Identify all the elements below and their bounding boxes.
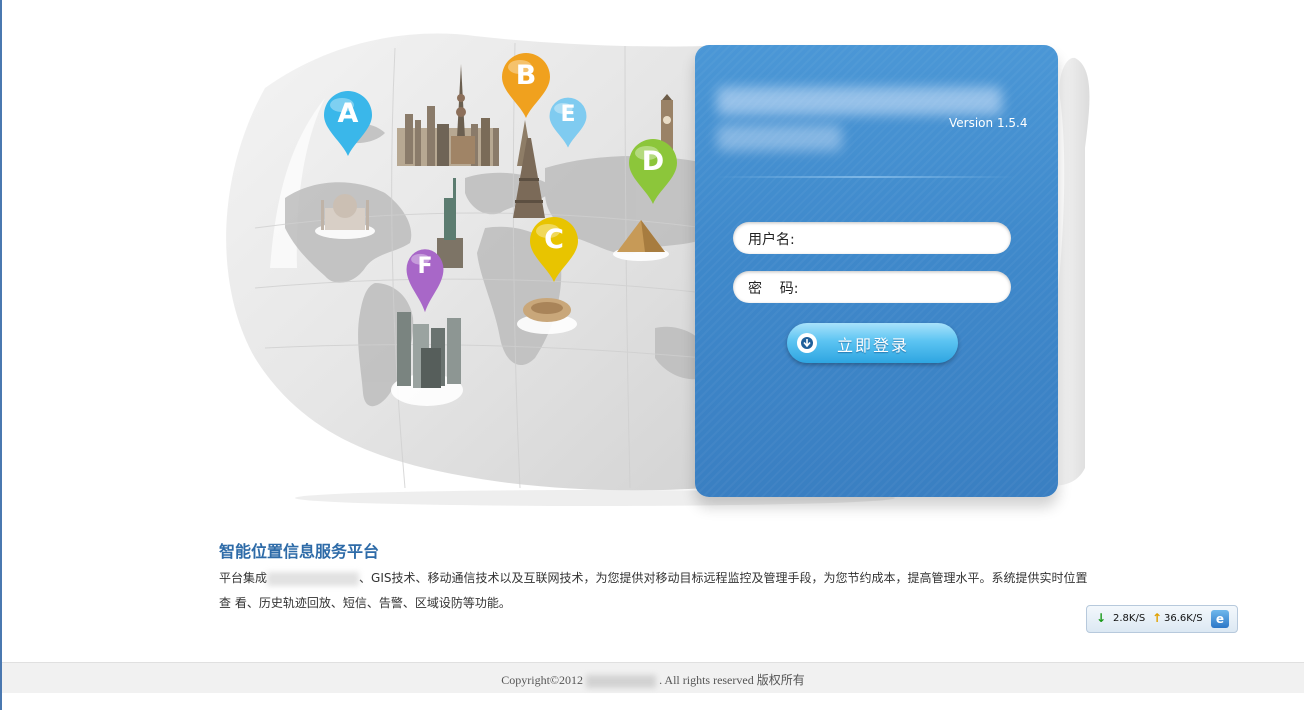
- description-text-part1: 平台集成: [219, 571, 268, 585]
- arrow-down-circle-icon: [797, 333, 817, 353]
- pin-label-a: A: [337, 98, 359, 129]
- download-speed: 2.8K/S: [1113, 613, 1146, 624]
- map-pin-a[interactable]: A: [322, 90, 374, 158]
- platform-description: 平台集成 、GIS技术、移动通信技术以及互联网技术，为您提供对移动目标远程监控及管…: [219, 566, 1089, 616]
- password-field[interactable]: 密 码:: [733, 271, 1011, 303]
- blurred-system-name: [717, 87, 1002, 115]
- upload-speed: 36.6K/S: [1164, 613, 1203, 624]
- pin-label-f: F: [417, 254, 433, 279]
- login-panel: Version 1.5.4 用户名: 密 码: 立即登录: [695, 45, 1058, 497]
- username-input[interactable]: [797, 226, 1001, 252]
- pin-label-b: B: [515, 60, 537, 91]
- download-arrow-icon: ↓: [1096, 611, 1107, 625]
- map-pin-e[interactable]: E: [548, 95, 588, 163]
- username-label: 用户名:: [748, 232, 795, 248]
- pin-label-d: D: [641, 146, 665, 177]
- copyright-text: Copyright©2012 . All rights reserved 版权所…: [2, 671, 1304, 688]
- pin-label-c: C: [544, 224, 564, 255]
- blurred-subtitle: [717, 125, 842, 151]
- pin-label-e: E: [560, 102, 576, 127]
- password-label: 密 码:: [748, 281, 799, 297]
- username-field[interactable]: 用户名:: [733, 222, 1011, 254]
- taj-mahal: [315, 194, 375, 239]
- login-button-label: 立即登录: [837, 336, 910, 355]
- version-label: Version 1.5.4: [949, 116, 1028, 130]
- ie-icon[interactable]: e: [1211, 610, 1229, 628]
- blurred-text: [267, 571, 360, 586]
- upload-arrow-icon: ↑: [1152, 611, 1163, 625]
- password-input[interactable]: [797, 275, 1001, 301]
- map-pin-c[interactable]: C: [528, 216, 580, 284]
- map-pin-d[interactable]: D: [627, 138, 679, 206]
- platform-title: 智能位置信息服务平台: [219, 542, 380, 561]
- window-left-border: [0, 0, 2, 710]
- copyright-prefix: Copyright©2012: [501, 673, 584, 687]
- copyright-suffix: . All rights reserved 版权所有: [659, 673, 805, 687]
- network-speed-widget[interactable]: ↓ 2.8K/S ↑ 36.6K/S e: [1086, 605, 1238, 633]
- map-pin-b[interactable]: B: [500, 52, 552, 120]
- footer: Copyright©2012 . All rights reserved 版权所…: [2, 662, 1304, 693]
- blurred-company-name: [586, 674, 657, 688]
- map-pin-f[interactable]: F: [405, 246, 445, 314]
- login-button[interactable]: 立即登录: [787, 323, 958, 363]
- skyscrapers: [391, 312, 463, 406]
- panel-divider: [715, 176, 1015, 178]
